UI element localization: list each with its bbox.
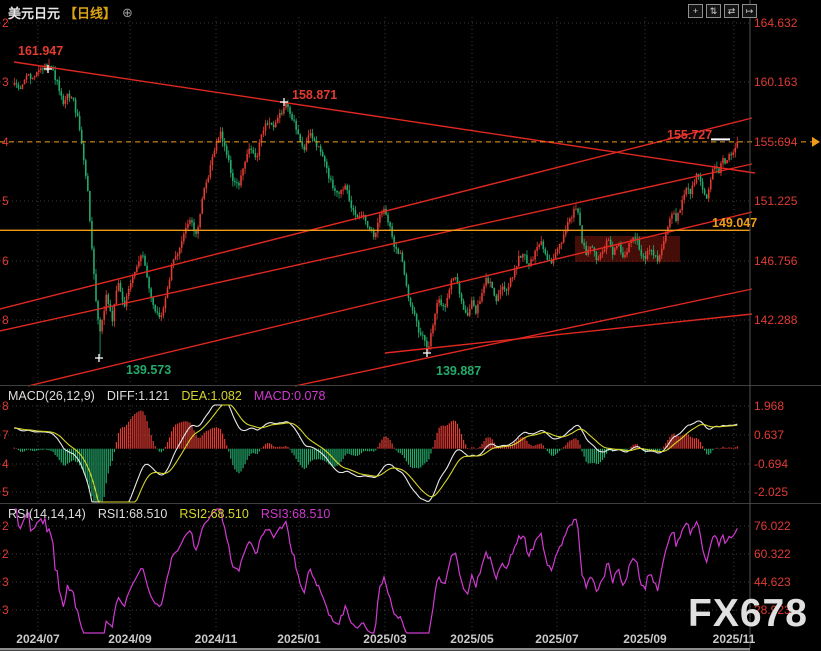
price-levels	[0, 137, 820, 230]
axis-label: 151.225	[754, 194, 798, 208]
chart-canvas[interactable]: 164.632 2 160.163 3 155.694 4 151.225 5 146.756 6…	[0, 0, 821, 651]
macd-params: MACD(26,12,9)	[8, 389, 95, 403]
rsi3-value: RSI3:68.510	[261, 507, 331, 521]
current-price-axis-label: 155.694	[754, 135, 798, 149]
macd-dea-value: DEA:1.082	[181, 389, 241, 403]
cut-left-axis-label: 6	[2, 254, 9, 268]
y-axis-scale-icon[interactable]: ⇅	[706, 4, 721, 18]
symbol-name: 美元日元	[8, 3, 60, 22]
x-axis-date-label: 2025/09	[623, 632, 667, 646]
axis-label: 160.163	[754, 75, 798, 89]
axis-label: 76.022	[754, 519, 791, 533]
x-axis-date-label: 2025/05	[450, 632, 494, 646]
axis-label: -0.694	[754, 457, 788, 471]
x-axis-scale-icon[interactable]: ⇄	[724, 4, 739, 18]
rsi1-value: RSI1:68.510	[98, 507, 168, 521]
rsi-line	[14, 509, 737, 633]
axis-label: 1.968	[754, 399, 784, 413]
price-annotation: 161.947	[18, 44, 63, 58]
axis-label: -2.025	[754, 485, 788, 499]
cut-left-axis-label: 4	[2, 457, 9, 471]
macd-diff-value: DIFF:1.121	[107, 389, 170, 403]
price-annotation: 139.573	[126, 363, 171, 377]
macd-macd-value: MACD:0.078	[254, 389, 326, 403]
rsi-legend: RSI(14,14,14) RSI1:68.510 RSI2:68.510 RS…	[8, 507, 330, 521]
axis-label: 142.288	[754, 313, 798, 327]
price-annotation: 158.871	[292, 88, 337, 102]
x-axis-date-label: 2024/07	[16, 632, 60, 646]
axis-label: 0.637	[754, 428, 784, 442]
x-axis-date-label: 2024/09	[108, 632, 152, 646]
horizontal-scrollbar[interactable]	[0, 648, 750, 651]
cut-left-axis-label: 2	[2, 547, 9, 561]
x-axis-date-label: 2025/01	[277, 632, 321, 646]
x-axis-date-label: 2025/07	[535, 632, 579, 646]
frame	[0, 0, 821, 651]
price-annotation: 149.047	[712, 216, 757, 230]
rsi2-value: RSI2:68.510	[179, 507, 249, 521]
trading-chart-window: 164.632 2 160.163 3 155.694 4 151.225 5 146.756 6…	[0, 0, 821, 651]
cut-left-axis-label: 5	[2, 194, 9, 208]
axis-label: 146.756	[754, 254, 798, 268]
x-axis-date-label: 2024/11	[195, 632, 238, 646]
cut-left-axis-label: 4	[2, 135, 9, 149]
price-annotation: 155.727	[667, 128, 712, 142]
cut-left-axis-label: 3	[2, 75, 9, 89]
axis-labels: 164.632 2 160.163 3 155.694 4 151.225 5 146.756 6…	[2, 16, 798, 646]
chart-toolbar: + ⇅ ⇄ ↦	[688, 4, 757, 18]
current-price-arrow-icon	[812, 137, 820, 147]
rsi-params: RSI(14,14,14)	[8, 507, 86, 521]
x-axis-date-label: 2025/03	[363, 632, 407, 646]
interval-label: 【日线】	[64, 3, 116, 22]
axis-label: 164.632	[754, 16, 798, 30]
crosshair-icon[interactable]: +	[688, 4, 703, 18]
cut-left-axis-label: 5	[2, 485, 9, 499]
cut-left-axis-label: 7	[2, 428, 9, 442]
candles-group	[14, 59, 739, 357]
chart-title: 美元日元 【日线】 ⊕	[8, 3, 133, 22]
exit-chart-icon[interactable]: ↦	[742, 4, 757, 18]
cut-left-axis-label: 3	[2, 603, 9, 617]
price-annotation: 139.887	[436, 364, 481, 378]
macd-dea-line	[14, 405, 737, 502]
rsi-panel	[14, 509, 737, 633]
cut-left-axis-label: 8	[2, 313, 9, 327]
macd-legend: MACD(26,12,9) DIFF:1.121 DEA:1.082 MACD:…	[8, 389, 325, 403]
add-indicator-icon[interactable]: ⊕	[122, 5, 133, 21]
macd-diff-line	[14, 405, 737, 502]
axis-label: 60.322	[754, 547, 791, 561]
cut-left-axis-label: 2	[2, 519, 9, 533]
axis-label: 44.623	[754, 575, 791, 589]
watermark-fx678: FX678	[688, 592, 808, 636]
macd-panel	[14, 405, 738, 502]
cut-left-axis-label: 3	[2, 575, 9, 589]
